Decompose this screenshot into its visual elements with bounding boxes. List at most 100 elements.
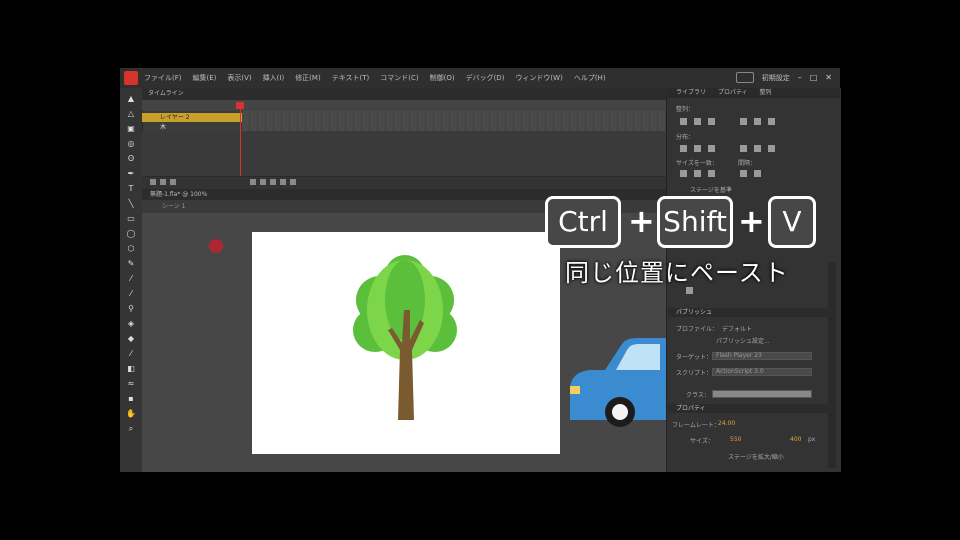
menu-view[interactable]: 表示(V) [227,73,251,83]
stage-canvas[interactable] [252,232,560,454]
app-logo-icon [124,71,138,85]
eyedropper-tool-icon[interactable]: ⁄ [125,349,137,358]
workspace-switcher[interactable]: 初期設定 [762,73,790,83]
timeline-empty-area [142,131,666,176]
menu-help[interactable]: ヘルプ(H) [574,73,606,83]
menu-edit[interactable]: 編集(E) [193,73,217,83]
text-tool-icon[interactable]: T [125,184,137,193]
brush-tool-icon[interactable]: ⁄ [125,274,137,283]
car-illustration [570,338,668,427]
menu-bar: ファイル(F) 編集(E) 表示(V) 挿入(I) 修正(M) テキスト(T) … [120,68,840,88]
match-height-icon[interactable] [694,170,701,177]
menu-insert[interactable]: 挿入(I) [263,73,285,83]
publish-settings-button[interactable]: パブリッシュ設定... [716,336,770,345]
new-folder-icon[interactable] [160,179,166,185]
match-width-icon[interactable] [680,170,687,177]
menu-debug[interactable]: デバッグ(D) [466,73,505,83]
space-horizontal-icon[interactable] [754,170,761,177]
distribute-left-icon[interactable] [740,145,747,152]
target-value: Flash Player 23 [716,352,762,359]
class-label: クラス： [686,392,710,399]
timeline-tab[interactable]: タイムライン [142,88,672,100]
camera-tool-icon[interactable]: ▪ [125,394,137,403]
hand-tool-icon[interactable]: ✋ [125,409,137,418]
first-frame-icon[interactable] [250,179,256,185]
free-transform-tool-icon[interactable]: ▣ [125,124,137,133]
script-value: ActionScript 3.0 [716,368,764,375]
pencil-tool-icon[interactable]: ✎ [125,259,137,268]
tab-library[interactable]: ライブラリ [676,89,706,96]
align-top-icon[interactable] [740,118,747,125]
menu-text[interactable]: テキスト(T) [332,73,370,83]
space-vertical-icon[interactable] [740,170,747,177]
stage-height-value[interactable]: 400 [790,436,801,443]
tab-properties[interactable]: プロパティ [718,89,748,96]
next-frame-icon[interactable] [280,179,286,185]
distribute-top-icon[interactable] [680,145,687,152]
profile-value: デフォルト [722,326,753,333]
paint-bucket-tool-icon[interactable]: ◈ [125,319,137,328]
key-shift: Shift [657,196,733,248]
oval-tool-icon[interactable]: ◯ [125,229,137,238]
align-label: 整列： [676,106,695,113]
workspace-icon[interactable] [735,72,754,83]
advanced-settings-button[interactable]: ステージを拡大/縮小 [728,452,784,461]
fps-value[interactable]: 24.00 [718,420,735,427]
menu-modify[interactable]: 修正(M) [295,73,321,83]
distribute-hcenter-icon[interactable] [754,145,761,152]
match-both-icon[interactable] [708,170,715,177]
menu-file[interactable]: ファイル(F) [144,73,182,83]
target-label: ターゲット： [676,354,713,361]
script-label: スクリプト： [676,370,713,377]
align-center-icon[interactable] [694,118,701,125]
bone-tool-icon[interactable]: ⚲ [125,304,137,313]
timeline-frames[interactable] [242,111,666,131]
size-label: サイズ： [690,438,714,445]
align-middle-icon[interactable] [754,118,761,125]
rectangle-tool-icon[interactable]: ▭ [125,214,137,223]
key-v: V [768,196,816,248]
tree-illustration [353,255,457,420]
right-panel-scrollbar[interactable] [828,263,836,468]
selection-tool-icon[interactable]: ▲ [125,94,137,103]
stage-width-value[interactable]: 550 [730,436,741,443]
line-tool-icon[interactable]: ╲ [125,199,137,208]
plus-sign-1: + [628,202,655,240]
paint-brush-tool-icon[interactable]: ⁄ [125,289,137,298]
width-tool-icon[interactable]: ≈ [125,379,137,388]
pen-tool-icon[interactable]: ✒ [125,169,137,178]
delete-layer-icon[interactable] [170,179,176,185]
zoom-tool-icon[interactable]: ⌕ [125,424,137,433]
polystar-tool-icon[interactable]: ⬡ [125,244,137,253]
align-right-icon[interactable] [708,118,715,125]
menu-window[interactable]: ウィンドウ(W) [515,73,562,83]
cursor-highlight [209,239,223,253]
menu-commands[interactable]: コマンド(C) [380,73,418,83]
close-button[interactable]: ✕ [825,73,832,82]
space-label: 間隔： [738,160,757,167]
minimize-button[interactable]: – [798,73,802,82]
publish-section-header[interactable]: パブリッシュ [668,308,836,317]
size-match-label: サイズを一致： [676,160,718,167]
class-input[interactable] [712,390,812,398]
ink-bottle-tool-icon[interactable]: ◆ [125,334,137,343]
distribute-bottom-icon[interactable] [708,145,715,152]
eraser-tool-icon[interactable]: ◧ [125,364,137,373]
align-bottom-icon[interactable] [768,118,775,125]
maximize-button[interactable]: □ [810,73,818,82]
tab-align[interactable]: 整列 [760,89,772,96]
align-left-icon[interactable] [680,118,687,125]
distribute-vcenter-icon[interactable] [694,145,701,152]
menu-control[interactable]: 制御(O) [430,73,455,83]
properties-section-header[interactable]: プロパティ [668,404,836,413]
3d-rotation-tool-icon[interactable]: ◎ [125,139,137,148]
play-icon[interactable] [270,179,276,185]
new-layer-icon[interactable] [150,179,156,185]
subselection-tool-icon[interactable]: △ [125,109,137,118]
lasso-tool-icon[interactable]: ʘ [125,154,137,163]
last-frame-icon[interactable] [290,179,296,185]
distribute-right-icon[interactable] [768,145,775,152]
key-ctrl: Ctrl [545,196,621,248]
prev-frame-icon[interactable] [260,179,266,185]
stage-align-checkbox[interactable]: ステージを基準 [690,185,732,194]
